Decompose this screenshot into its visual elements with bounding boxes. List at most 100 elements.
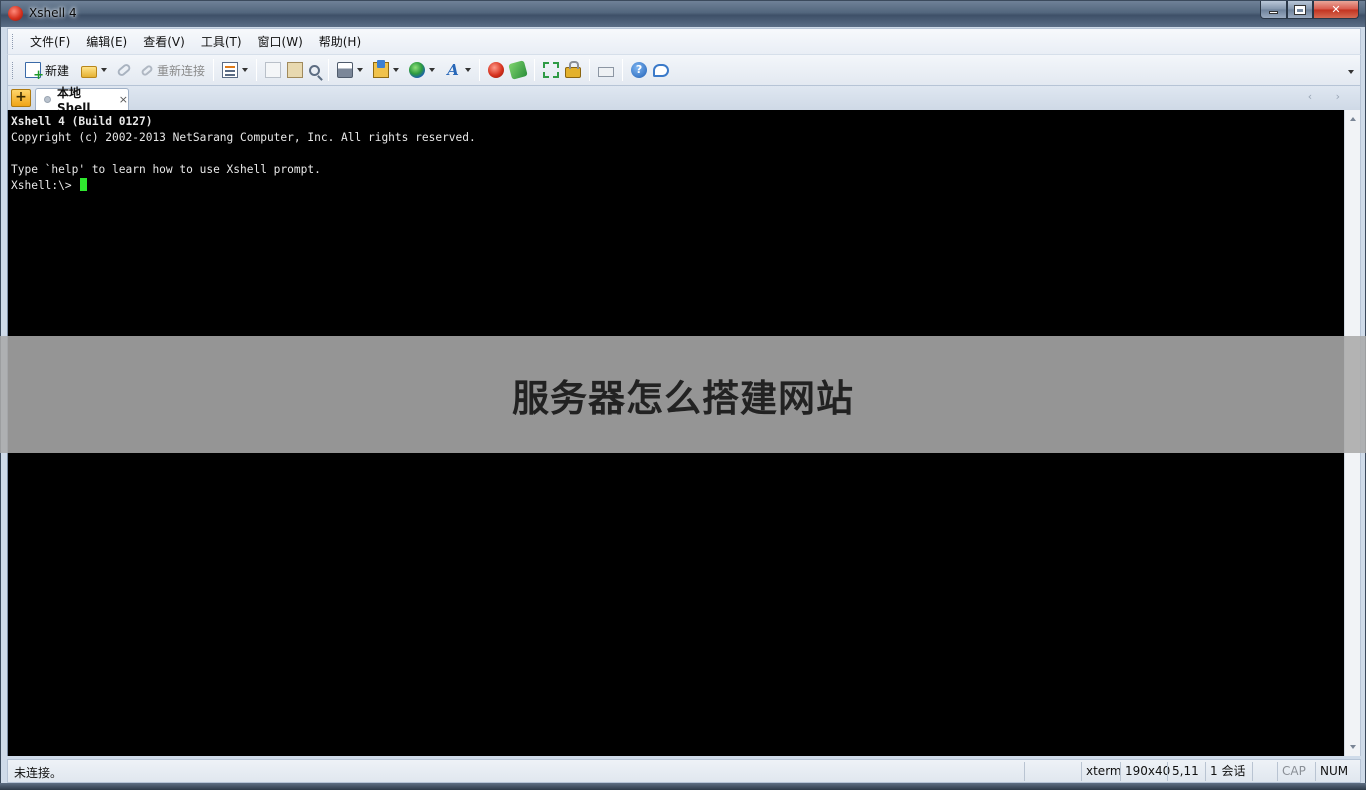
menu-tools[interactable]: 工具(T) bbox=[193, 32, 250, 52]
status-bar: 未连接。 xterm 190x40 5,11 1 会话 CAP NUM bbox=[7, 759, 1361, 783]
chat-icon bbox=[653, 63, 670, 77]
reconnect-label: 重新连接 bbox=[157, 63, 206, 78]
menu-bar: 文件(F) 编辑(E) 查看(V) 工具(T) 窗口(W) 帮助(H) bbox=[7, 28, 1361, 54]
link-icon bbox=[116, 62, 132, 78]
keyboard-icon bbox=[598, 66, 615, 77]
status-cursor-position: 5,11 bbox=[1167, 762, 1199, 781]
chevron-down-icon bbox=[393, 68, 400, 72]
xftp-button[interactable] bbox=[507, 58, 529, 82]
title-banner: 服务器怎么搭建网站 bbox=[0, 336, 1366, 453]
window-controls: ✕ bbox=[1260, 1, 1359, 19]
new-session-icon bbox=[25, 62, 44, 83]
toolbar: 新建 重新连接 bbox=[7, 54, 1361, 86]
toolbar-separator bbox=[213, 59, 215, 81]
scroll-up-icon[interactable] bbox=[1350, 117, 1356, 121]
terminal-prompt: Xshell:\> bbox=[11, 179, 79, 192]
menu-window[interactable]: 窗口(W) bbox=[250, 32, 311, 52]
feedback-button[interactable] bbox=[650, 58, 672, 82]
chevron-down-icon bbox=[465, 68, 472, 72]
open-button[interactable] bbox=[78, 58, 110, 82]
find-button[interactable] bbox=[306, 58, 323, 82]
title-bar[interactable]: Xshell 4 ✕ bbox=[1, 1, 1365, 27]
toolbar-separator bbox=[622, 59, 624, 81]
menu-view[interactable]: 查看(V) bbox=[135, 32, 193, 52]
help-button[interactable]: ? bbox=[628, 58, 650, 82]
status-cell-empty bbox=[1252, 762, 1274, 781]
terminal-cursor bbox=[80, 178, 88, 191]
disconnect-button[interactable] bbox=[114, 58, 134, 82]
tab-close-icon[interactable]: × bbox=[119, 93, 128, 106]
lock-icon bbox=[565, 61, 582, 78]
font-button[interactable]: A bbox=[442, 58, 474, 82]
properties-icon bbox=[222, 62, 239, 78]
connection-status-text: 未连接。 bbox=[14, 766, 63, 780]
maximize-button[interactable] bbox=[1287, 1, 1313, 19]
reconnect-button[interactable]: 重新连接 bbox=[138, 58, 208, 82]
copy-icon bbox=[265, 62, 282, 78]
help-icon: ? bbox=[631, 62, 648, 78]
toolbar-separator bbox=[589, 59, 591, 81]
menu-grip[interactable] bbox=[12, 34, 15, 49]
toolbar-separator bbox=[328, 59, 330, 81]
print-button[interactable] bbox=[334, 58, 366, 82]
terminal-line: Type `help' to learn how to use Xshell p… bbox=[11, 163, 321, 176]
toolbar-separator bbox=[534, 59, 536, 81]
copy-button[interactable] bbox=[262, 58, 284, 82]
toolbar-grip[interactable] bbox=[12, 62, 15, 79]
terminal-line: Xshell 4 (Build 0127) bbox=[11, 115, 153, 128]
toolbar-separator bbox=[256, 59, 258, 81]
keyboard-button[interactable] bbox=[595, 58, 617, 82]
status-terminal-size: 190x40 bbox=[1120, 762, 1170, 781]
tab-local-shell[interactable]: 本地Shell × bbox=[35, 86, 129, 115]
fullscreen-button[interactable] bbox=[540, 58, 562, 82]
chevron-down-icon bbox=[429, 68, 436, 72]
new-session-button[interactable]: 新建 bbox=[22, 58, 72, 83]
scroll-down-icon[interactable] bbox=[1350, 745, 1356, 749]
status-num-lock: NUM bbox=[1315, 762, 1348, 781]
printer-icon bbox=[337, 62, 354, 78]
paste-icon bbox=[287, 62, 304, 78]
encoding-button[interactable] bbox=[406, 58, 438, 82]
minimize-button[interactable] bbox=[1260, 1, 1287, 19]
banner-text: 服务器怎么搭建网站 bbox=[512, 376, 854, 420]
folder-icon bbox=[81, 65, 98, 78]
tab-scroll-arrows[interactable]: ‹ › bbox=[1308, 90, 1350, 103]
chevron-down-icon bbox=[242, 68, 249, 72]
window-title: Xshell 4 bbox=[29, 6, 77, 20]
menu-file[interactable]: 文件(F) bbox=[22, 32, 78, 52]
paste-button[interactable] bbox=[284, 58, 306, 82]
connection-status-icon bbox=[44, 96, 51, 103]
terminal-prompt-line: Xshell:\> bbox=[11, 178, 1344, 194]
menu-help[interactable]: 帮助(H) bbox=[311, 32, 369, 52]
chevron-down-icon bbox=[101, 68, 108, 72]
search-icon bbox=[309, 64, 321, 76]
status-session-count: 1 会话 bbox=[1205, 762, 1245, 781]
terminal-line: Copyright (c) 2002-2013 NetSarang Comput… bbox=[11, 131, 476, 144]
toolbar-overflow-icon[interactable] bbox=[1348, 70, 1354, 74]
close-button[interactable]: ✕ bbox=[1313, 1, 1359, 19]
chevron-down-icon bbox=[357, 68, 364, 72]
xshell-app-icon bbox=[8, 6, 23, 21]
properties-button[interactable] bbox=[219, 58, 251, 82]
file-transfer-icon bbox=[373, 60, 390, 78]
menu-edit[interactable]: 编辑(E) bbox=[78, 32, 135, 52]
taskbar-edge bbox=[0, 783, 1366, 790]
file-transfer-button[interactable] bbox=[370, 58, 402, 82]
font-icon: A bbox=[447, 61, 459, 79]
lock-button[interactable] bbox=[562, 58, 584, 82]
minimize-icon bbox=[1269, 11, 1278, 14]
xshell-icon bbox=[488, 62, 505, 78]
status-caps-lock: CAP bbox=[1277, 762, 1306, 781]
fullscreen-icon bbox=[543, 62, 560, 78]
toolbar-separator bbox=[479, 59, 481, 81]
close-icon: ✕ bbox=[1331, 3, 1341, 16]
status-terminal-type: xterm bbox=[1081, 762, 1122, 781]
reconnect-icon bbox=[140, 63, 154, 77]
globe-icon bbox=[409, 62, 426, 78]
add-tab-button[interactable]: + bbox=[11, 89, 31, 107]
session-tab-bar: + 本地Shell × ‹ › bbox=[7, 86, 1361, 115]
maximize-icon bbox=[1294, 4, 1306, 15]
new-session-label: 新建 bbox=[45, 63, 70, 78]
xshell-button[interactable] bbox=[485, 58, 507, 82]
